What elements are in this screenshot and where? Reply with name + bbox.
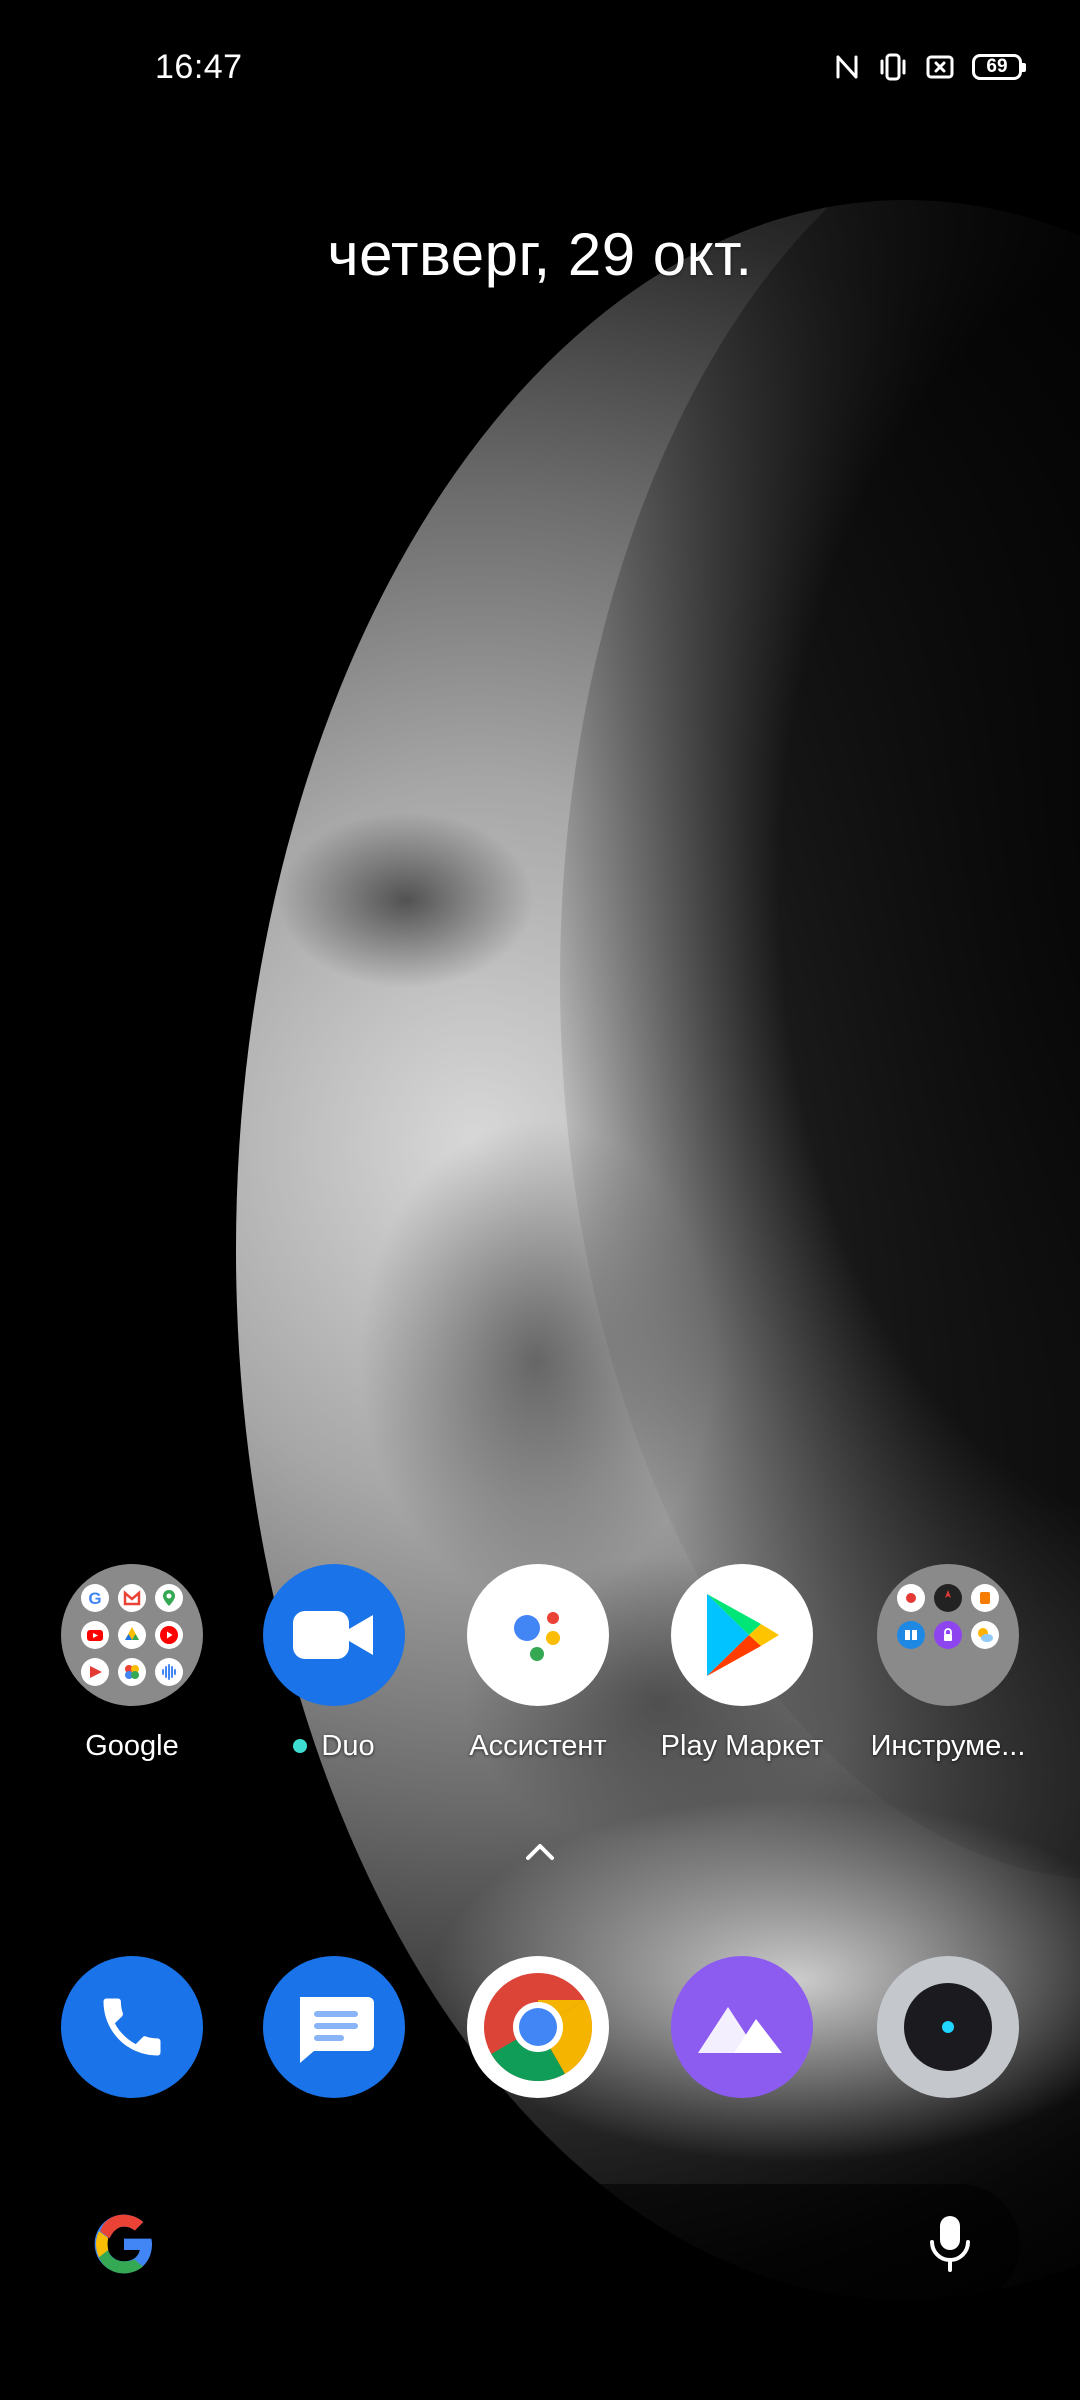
- maps-mini-icon: [155, 1584, 183, 1612]
- google-folder-icon: G: [61, 1564, 203, 1706]
- app-label: Инструме...: [870, 1730, 1026, 1762]
- camera-icon: [877, 1956, 1019, 2098]
- app-duo[interactable]: Duo: [232, 1564, 436, 1763]
- play-movies-mini-icon: [81, 1658, 109, 1686]
- dock-phone[interactable]: [30, 1956, 234, 2098]
- app-label: Google: [85, 1730, 179, 1762]
- no-sim-icon: [926, 55, 954, 79]
- duo-label-row: Duo: [232, 1730, 436, 1763]
- podcasts-mini-icon: [155, 1658, 183, 1686]
- weather-mini-icon: [971, 1621, 999, 1649]
- calculator-mini-icon: [971, 1584, 999, 1612]
- lock-mini-icon: [934, 1621, 962, 1649]
- photos-mini-icon: [118, 1658, 146, 1686]
- tools-folder-icon: [877, 1564, 1019, 1706]
- youtube-music-mini-icon: [155, 1621, 183, 1649]
- chevron-up-icon[interactable]: [520, 1836, 560, 1866]
- recorder-mini-icon: [897, 1584, 925, 1612]
- dock-camera[interactable]: [846, 1956, 1050, 2098]
- status-bar: 16:47 69: [0, 0, 1080, 140]
- phone-icon: [61, 1956, 203, 2098]
- status-icons: 69: [834, 52, 1026, 82]
- assistant-icon: [467, 1564, 609, 1706]
- dock-gallery[interactable]: [640, 1956, 844, 2098]
- messages-icon: [263, 1956, 405, 2098]
- google-search-mini-icon: G: [81, 1584, 109, 1612]
- app-tools-folder[interactable]: Инструме...: [846, 1564, 1050, 1763]
- mic-icon[interactable]: [928, 2214, 972, 2274]
- google-search-bar[interactable]: [44, 2184, 1020, 2304]
- battery-icon: 69: [972, 54, 1026, 80]
- svg-text:G: G: [88, 1589, 101, 1608]
- status-time: 16:47: [155, 48, 243, 86]
- battery-level: 69: [986, 56, 1008, 77]
- chrome-icon: [467, 1956, 609, 2098]
- vibrate-icon: [880, 53, 906, 81]
- app-label: Play Маркет: [660, 1730, 824, 1762]
- compass-mini-icon: [934, 1584, 962, 1612]
- app-play-store[interactable]: Play Маркет: [640, 1564, 844, 1763]
- app-label: Ассистент: [469, 1730, 607, 1762]
- drive-mini-icon: [118, 1621, 146, 1649]
- play-store-icon: [671, 1564, 813, 1706]
- app-label: Duo: [321, 1730, 375, 1762]
- duo-icon: [263, 1564, 405, 1706]
- youtube-mini-icon: [81, 1621, 109, 1649]
- gmail-mini-icon: [118, 1584, 146, 1612]
- files-mini-icon: [897, 1621, 925, 1649]
- nfc-icon: [836, 55, 858, 79]
- google-g-icon[interactable]: [92, 2212, 156, 2276]
- new-app-badge: [293, 1739, 308, 1753]
- date-widget[interactable]: четверг, 29 окт.: [0, 220, 1080, 289]
- gallery-icon: [671, 1956, 813, 2098]
- dock-chrome[interactable]: [436, 1956, 640, 2098]
- app-google-folder[interactable]: G Google: [30, 1564, 234, 1763]
- dock-messages[interactable]: [232, 1956, 436, 2098]
- app-assistant[interactable]: Ассистент: [436, 1564, 640, 1763]
